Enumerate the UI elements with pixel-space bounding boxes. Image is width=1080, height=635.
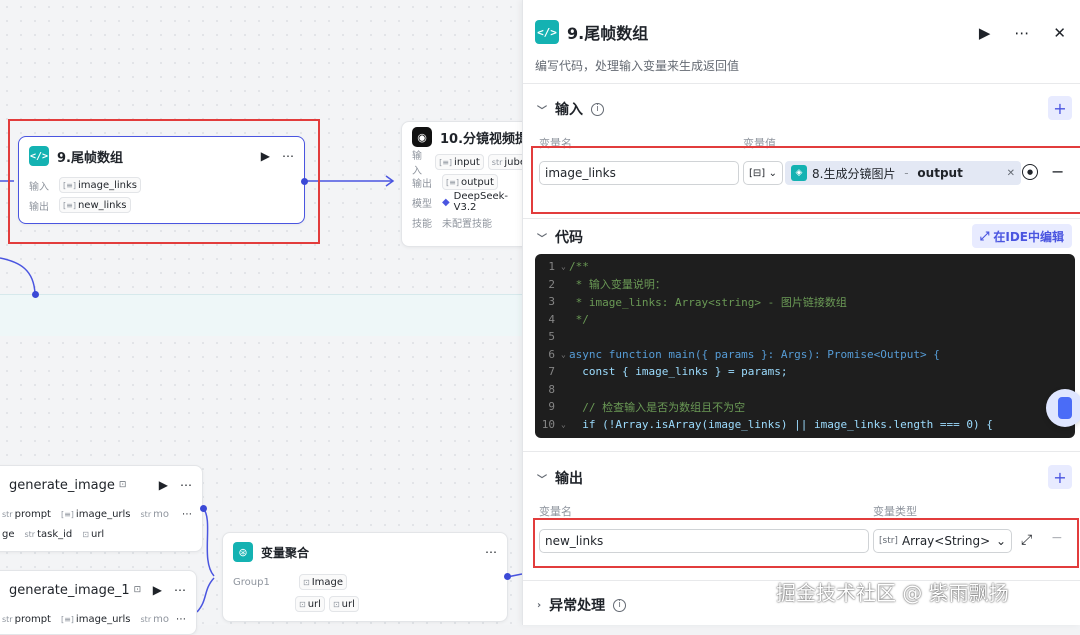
divider — [523, 218, 1080, 219]
section-title: 异常处理 — [549, 598, 606, 614]
var-tag: ⊡ url — [328, 596, 359, 612]
chevron-right-icon: › — [537, 599, 542, 611]
chevron-down-icon: ﹀ — [537, 105, 547, 117]
section-title: 输入 — [555, 102, 583, 118]
input-var-tag: str mo — [140, 508, 169, 520]
node-title: generate_image — [9, 477, 115, 493]
more-icon[interactable]: ⋯ — [176, 614, 186, 625]
skill-label: 技能 — [412, 218, 432, 230]
plugin-icon: ⊡ — [118, 480, 127, 490]
more-icon[interactable]: ⋯ — [1014, 24, 1029, 42]
col-header-name: 变量名 — [539, 505, 572, 518]
input-section-header[interactable]: ﹀ 输入 i — [537, 99, 604, 119]
input-var-tag: str prompt — [2, 508, 51, 520]
edit-in-ide-button[interactable]: ⤢ 在IDE中编辑 — [971, 224, 1072, 248]
section-title: 代码 — [555, 230, 583, 246]
watermark: 掘金技术社区 @ 紫雨飘扬 — [776, 581, 1009, 605]
node-title: 10.分镜视频提 — [440, 131, 529, 147]
more-icon[interactable]: ⋯ — [485, 545, 497, 559]
code-line: 10 ⌄ if (!Array.isArray(image_links) || i… — [541, 417, 993, 431]
output-section-header[interactable]: ﹀ 输出 — [537, 468, 583, 488]
run-icon[interactable]: ▶ — [159, 478, 168, 492]
aggregate-icon: ⊛ — [233, 542, 253, 562]
code-line: 7 const { image_links } = params; — [548, 365, 788, 379]
code-line: 9 // 检查输入是否为数组且不为空 — [548, 400, 746, 414]
node-title: 变量聚合 — [261, 545, 310, 560]
output-var-tag: ⊡ url — [82, 528, 105, 540]
code-line: 3 * image_links: Array<string> - 图片链接数组 — [548, 295, 847, 309]
more-icon[interactable]: ⋯ — [180, 478, 192, 492]
node-storyboard-video[interactable]: ◉ 10.分镜视频提 输入 [≡] input str jube 输出 [≡] out… — [401, 121, 541, 247]
section-title: 输出 — [555, 471, 583, 487]
input-var-tag: [≡] image_urls — [60, 508, 131, 520]
add-input-button[interactable]: + — [1048, 96, 1072, 120]
input-var-tag: [≡] input — [435, 154, 484, 170]
output-var-tag: [≡] output — [442, 174, 498, 190]
code-section-header[interactable]: ﹀ 代码 — [537, 227, 583, 247]
highlight-box — [8, 119, 320, 244]
col-header-type: 变量类型 — [873, 505, 917, 518]
divider — [523, 83, 1080, 84]
more-icon[interactable]: ⋯ — [182, 509, 192, 520]
node-title: generate_image_1 — [9, 582, 130, 598]
info-icon[interactable]: i — [591, 102, 604, 116]
port-handle[interactable] — [200, 505, 207, 512]
more-icon[interactable]: ⋯ — [174, 583, 186, 597]
var-tag: ⊡ Image — [299, 574, 348, 590]
bottle-icon — [1058, 397, 1072, 419]
add-output-button[interactable]: + — [1048, 465, 1072, 489]
var-tag: ⊡ url — [295, 596, 325, 612]
close-icon[interactable]: ✕ — [1053, 24, 1066, 42]
model-value: DeepSeek-V3.2 — [453, 191, 509, 213]
code-editor[interactable]: 1 ⌄/** 2 * 输入变量说明： 3 * image_links: Array… — [535, 254, 1075, 438]
highlight-box — [533, 518, 1079, 568]
chevron-down-icon: ﹀ — [537, 474, 547, 486]
panel-title[interactable]: 9.尾帧数组 — [567, 20, 648, 44]
node-generate-image-1[interactable]: generate_image_1 ⊡ ▶ ⋯ str prompt [≡] imag… — [0, 570, 197, 635]
error-section-header[interactable]: › 异常处理 i — [537, 595, 627, 615]
skill-value: 未配置技能 — [442, 218, 492, 230]
floating-assistant-button[interactable] — [1046, 389, 1080, 427]
divider — [523, 451, 1080, 452]
node-config-panel: </> 9.尾帧数组 ▶ ⋯ ✕ 编写代码，处理输入变量来生成返回值 ﹀ 输入 … — [522, 0, 1080, 625]
panel-description: 编写代码，处理输入变量来生成返回值 — [535, 59, 740, 73]
port-handle[interactable] — [504, 573, 511, 580]
expand-icon: ⤢ — [979, 228, 990, 243]
code-line: 1 ⌄/** — [548, 260, 589, 274]
code-line: 5 — [548, 330, 555, 344]
group-label: Group1 — [233, 576, 270, 588]
code-line: 2 * 输入变量说明： — [548, 277, 666, 292]
node-generate-image[interactable]: generate_image ⊡ ▶ ⋯ str prompt [≡] image_… — [0, 465, 203, 552]
chevron-down-icon: ﹀ — [537, 233, 547, 245]
input-label: 输入 — [412, 151, 422, 177]
run-icon[interactable]: ▶ — [153, 583, 162, 597]
code-line: 8 — [548, 382, 555, 396]
port-handle[interactable] — [32, 291, 39, 298]
run-icon[interactable]: ▶ — [979, 24, 991, 42]
output-var-tag: str task_id — [24, 528, 73, 540]
info-icon[interactable]: i — [613, 598, 627, 612]
model-label: 模型 — [412, 198, 432, 210]
model-icon: ◉ — [412, 127, 432, 147]
whale-icon: ◆ — [441, 196, 450, 208]
output-label: 输出 — [412, 178, 432, 190]
node-variable-aggregation[interactable]: ⊛ 变量聚合 ⋯ Group1 ⊡ Image ⊡ url ⊡ url — [222, 532, 508, 622]
code-line: 4 */ — [548, 312, 589, 326]
highlight-box — [531, 146, 1080, 214]
code-line: 6 ⌄ async function main({ params }: Args):… — [548, 347, 940, 361]
code-icon: </> — [535, 20, 559, 44]
plugin-icon: ⊡ — [133, 585, 142, 595]
output-var-tag: ge — [2, 528, 15, 540]
